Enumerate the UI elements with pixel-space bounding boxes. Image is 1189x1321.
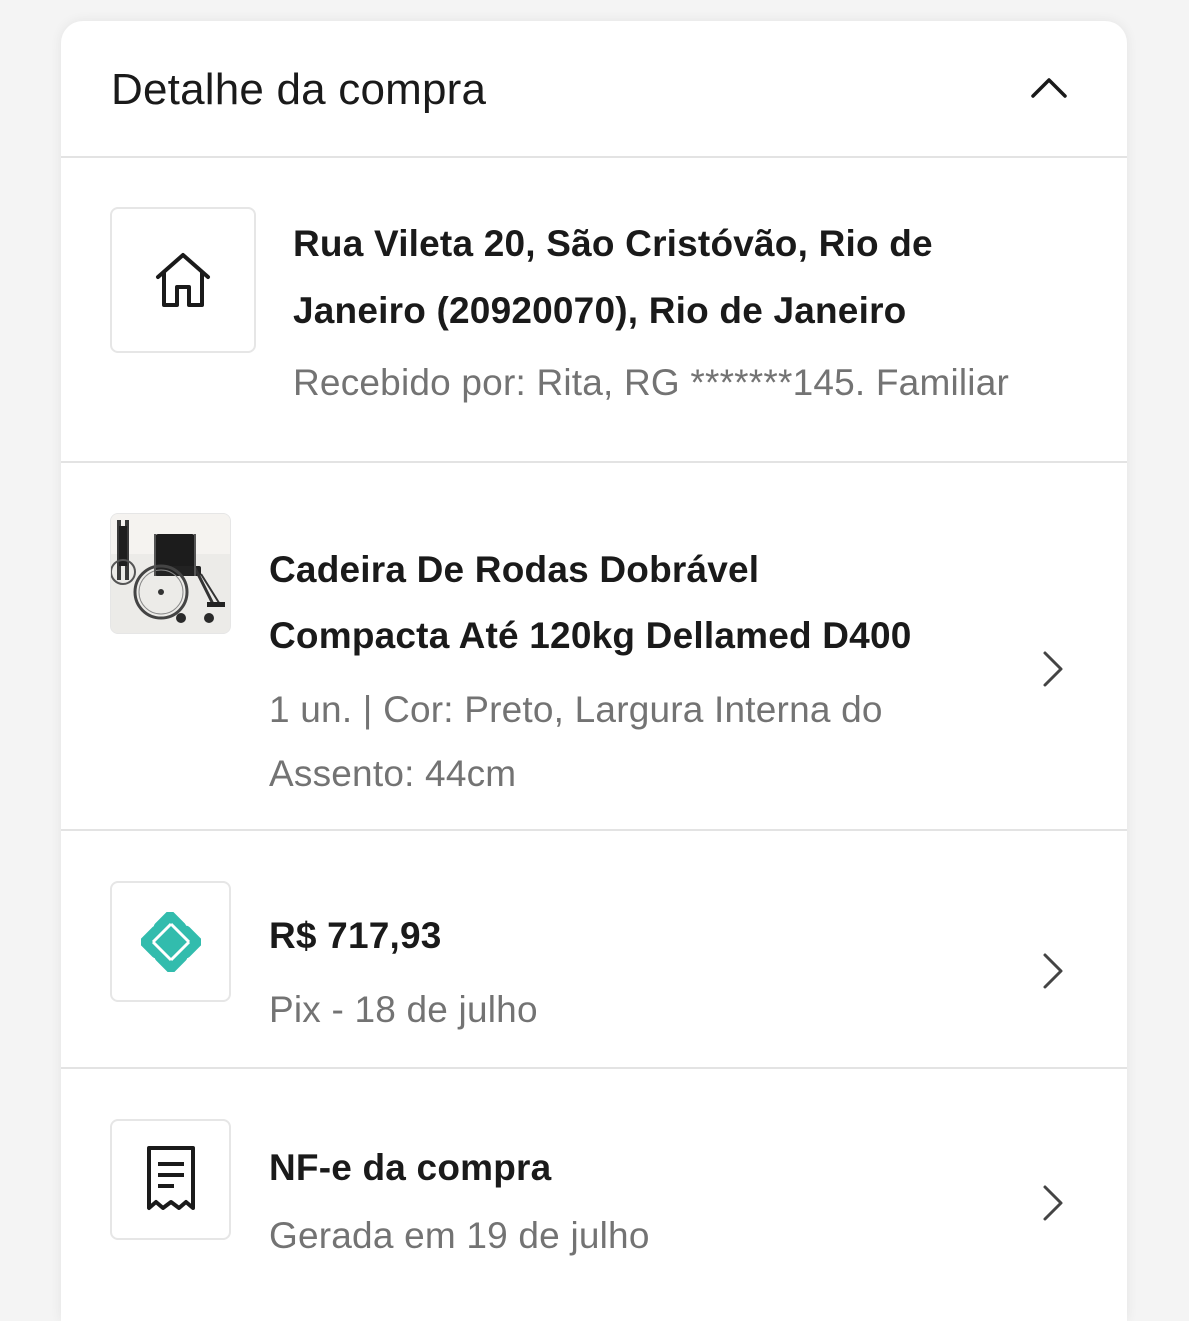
payment-icon-box xyxy=(110,881,231,1002)
payment-chevron[interactable] xyxy=(1035,949,1069,993)
address-line-2: Janeiro (20920070), Rio de Janeiro xyxy=(293,290,907,331)
chevron-right-icon xyxy=(1043,1185,1063,1221)
wheelchair-image xyxy=(111,514,230,633)
delivery-address-section: Rua Vileta 20, São Cristóvão, Rio de Jan… xyxy=(61,158,1127,463)
chevron-right-icon xyxy=(1043,953,1063,989)
chevron-up-icon xyxy=(1031,78,1067,98)
invoice-chevron[interactable] xyxy=(1035,1181,1069,1225)
payment-amount: R$ 717,93 xyxy=(269,915,442,956)
product-chevron[interactable] xyxy=(1035,647,1069,691)
product-details-line-1: 1 un. | Cor: Preto, Largura Interna do xyxy=(269,689,883,730)
receipt-icon xyxy=(146,1145,195,1210)
payment-section[interactable]: R$ 717,93 Pix - 18 de julho xyxy=(61,831,1127,1069)
address-line-1: Rua Vileta 20, São Cristóvão, Rio de xyxy=(293,223,933,264)
pix-icon xyxy=(140,911,201,972)
invoice-generated-date: Gerada em 19 de julho xyxy=(269,1215,650,1256)
purchase-detail-card: Detalhe da compra Rua Vileta 20, São Cri… xyxy=(61,21,1127,1321)
product-thumbnail xyxy=(110,513,231,634)
received-by-text: Recebido por: Rita, RG *******145. Famil… xyxy=(293,362,1010,403)
invoice-icon-box xyxy=(110,1119,231,1240)
invoice-title: NF-e da compra xyxy=(269,1147,552,1188)
address-icon-box xyxy=(110,207,256,353)
card-header[interactable]: Detalhe da compra xyxy=(61,21,1127,158)
page-title: Detalhe da compra xyxy=(111,65,487,114)
product-name-line-1: Cadeira De Rodas Dobrável xyxy=(269,549,760,590)
payment-method-date: Pix - 18 de julho xyxy=(269,989,538,1030)
chevron-right-icon xyxy=(1043,651,1063,687)
product-section[interactable]: Cadeira De Rodas Dobrável Compacta Até 1… xyxy=(61,463,1127,831)
product-details-line-2: Assento: 44cm xyxy=(269,753,517,794)
product-name-line-2: Compacta Até 120kg Dellamed D400 xyxy=(269,615,912,656)
invoice-section[interactable]: NF-e da compra Gerada em 19 de julho xyxy=(61,1069,1127,1321)
home-icon xyxy=(156,253,210,307)
collapse-button[interactable] xyxy=(1021,65,1077,113)
